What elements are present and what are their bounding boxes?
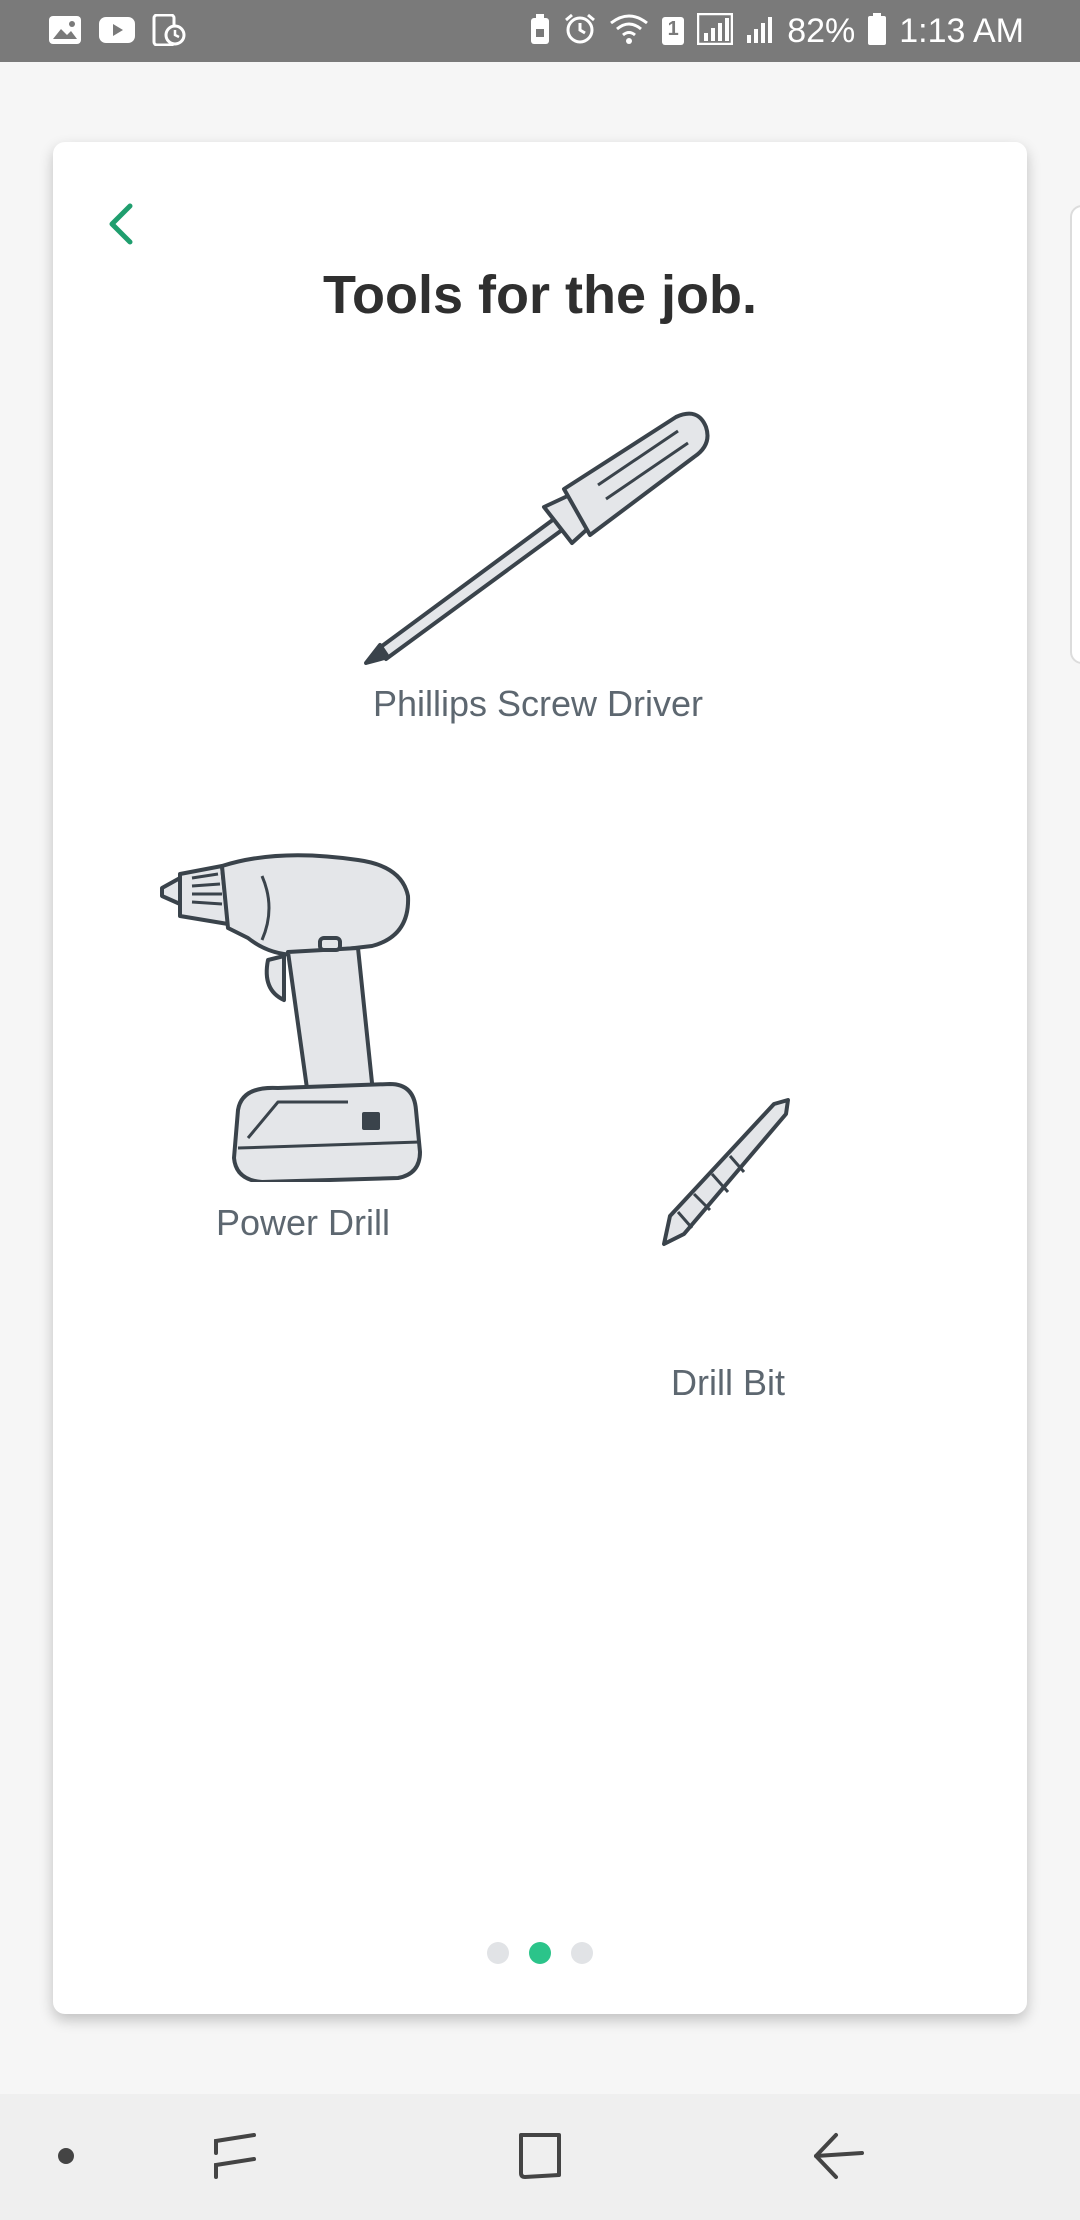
page-dot[interactable] [571,1942,593,1964]
tool-label: Phillips Screw Driver [372,683,704,724]
tool-drill-bit: Drill Bit [608,1094,848,1404]
sim-badge: 1 [667,18,679,40]
next-card-peek[interactable] [1070,205,1080,664]
status-bar: 1 82% 1:13 AM [0,0,1080,62]
power-drill-icon [160,853,422,1182]
back-button[interactable] [89,192,153,256]
tools-card: Tools for the job. Phillips Screw Driver [53,142,1027,2014]
back-arrow-icon [814,2133,864,2179]
signal-icon [745,13,775,50]
pagination-dots [53,1942,1027,1964]
device-clock-icon [152,13,186,51]
page-dot-active[interactable] [529,1942,551,1964]
youtube-icon [98,15,136,50]
home-button[interactable] [505,2124,575,2188]
navigation-bar [0,2094,1080,2220]
nav-back-button[interactable] [800,2124,880,2188]
chevron-left-icon [109,203,133,245]
dot-icon [58,2148,74,2164]
wifi-icon [609,13,649,50]
battery-icon [867,12,887,51]
tool-screwdriver: Phillips Screw Driver [303,397,773,725]
tool-power-drill: Power Drill [153,852,453,1244]
screwdriver-icon [364,411,710,665]
page-dot[interactable] [487,1942,509,1964]
battery-percent: 82% [787,11,856,50]
recent-apps-icon [214,2133,256,2179]
signal-icon [696,12,734,50]
home-icon [519,2133,561,2179]
tool-label: Drill Bit [671,1362,785,1403]
lock-battery-icon [529,13,551,50]
dot-button[interactable] [46,2124,86,2188]
drill-bit-icon [662,1098,790,1246]
alarm-icon [563,13,597,50]
gallery-icon [48,15,82,50]
recent-apps-button[interactable] [200,2124,270,2188]
sim-icon: 1 [661,16,685,46]
page-title: Tools for the job. [323,265,757,325]
tool-label: Power Drill [215,1202,391,1243]
clock: 1:13 AM [899,11,1024,50]
